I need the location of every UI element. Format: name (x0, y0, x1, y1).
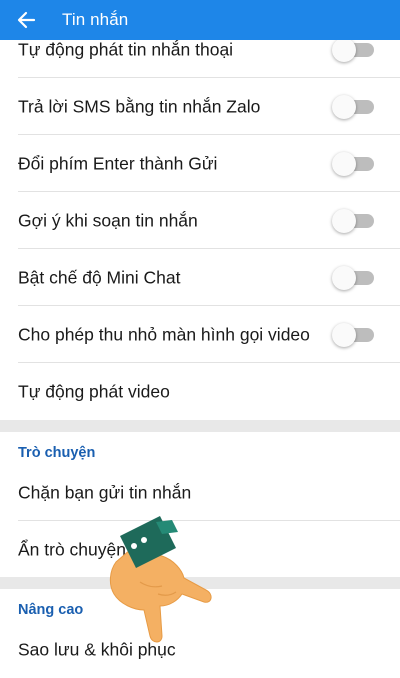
section-title-chat: Trò chuyện (18, 445, 96, 461)
setting-label: Trả lời SMS bằng tin nhắn Zalo (18, 96, 261, 117)
setting-label: Bật chế độ Mini Chat (18, 267, 181, 288)
setting-reply-sms[interactable]: Trả lời SMS bằng tin nhắn Zalo (0, 79, 400, 135)
enter-to-send-toggle[interactable] (332, 152, 376, 176)
setting-auto-play-video[interactable]: Tự động phát video (0, 364, 400, 420)
reply-sms-toggle[interactable] (332, 95, 376, 119)
setting-enter-to-send[interactable]: Đổi phím Enter thành Gửi (0, 136, 400, 192)
pointing-hand-icon (100, 510, 220, 650)
back-button[interactable] (14, 6, 44, 34)
setting-label: Tự động phát video (18, 381, 170, 402)
setting-mini-chat[interactable]: Bật chế độ Mini Chat (0, 250, 400, 306)
divider (18, 77, 400, 78)
setting-label: Cho phép thu nhỏ màn hình gọi video (18, 324, 310, 345)
setting-label: Chặn bạn gửi tin nhắn (18, 482, 192, 503)
divider (18, 362, 400, 363)
setting-label: Tự động phát tin nhắn thoại (18, 39, 234, 60)
setting-label: Gợi ý khi soạn tin nhắn (18, 210, 198, 231)
auto-play-voice-toggle[interactable] (332, 38, 376, 62)
minimize-video-call-toggle[interactable] (332, 323, 376, 347)
setting-minimize-video-call[interactable]: Cho phép thu nhỏ màn hình gọi video (0, 307, 400, 363)
divider (18, 191, 400, 192)
divider (18, 134, 400, 135)
section-divider (0, 420, 400, 432)
setting-label: Đổi phím Enter thành Gửi (18, 153, 218, 174)
section-title-advanced: Nâng cao (18, 602, 84, 618)
mini-chat-toggle[interactable] (332, 266, 376, 290)
page-title: Tin nhắn (62, 10, 129, 29)
setting-typing-suggestions[interactable]: Gợi ý khi soạn tin nhắn (0, 193, 400, 249)
typing-suggestions-toggle[interactable] (332, 209, 376, 233)
app-header: Tin nhắn (0, 0, 400, 40)
divider (18, 248, 400, 249)
divider (18, 305, 400, 306)
arrow-left-icon (17, 11, 36, 29)
